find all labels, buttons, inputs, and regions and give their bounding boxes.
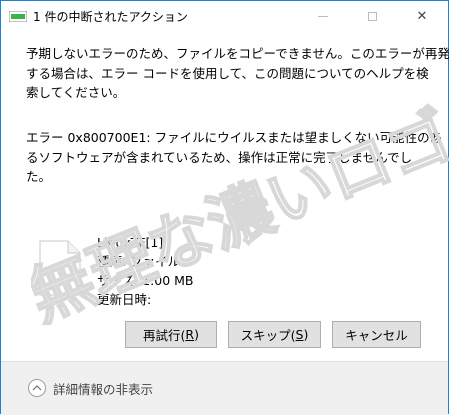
retry-button[interactable]: 再試行(R): [125, 321, 217, 348]
skip-button[interactable]: スキップ(S): [228, 321, 321, 348]
error-description: 予期しないエラーのため、ファイルをコピーできません。このエラーが再発 する場合は…: [26, 44, 449, 103]
file-size: サイズ: 1.00 MB: [97, 273, 194, 288]
cancel-button[interactable]: キャンセル: [332, 321, 421, 348]
file-copy-app-icon: [9, 11, 27, 22]
maximize-button[interactable]: [349, 1, 395, 32]
retry-label: 再試行(: [143, 328, 186, 343]
error-code-line-1: エラー 0x800700E1: ファイルにウイルスまたは望ましくない可能性のあ: [26, 130, 443, 145]
error-code-line-3: た。: [26, 169, 52, 184]
file-modified: 更新日時:: [97, 292, 152, 307]
window-title: 1 件の中断されたアクション: [33, 10, 188, 24]
description-line-2: する場合は、エラー コードを使用して、この問題についてのヘルプを検: [26, 65, 429, 81]
chevron-up-icon: [28, 379, 46, 397]
description-line-3: 索してください。: [26, 85, 126, 100]
file-type: 種類: ファイル: [97, 254, 181, 269]
file-details: LinuxTF[1] 種類: ファイル サイズ: 1.00 MB 更新日時:: [97, 233, 193, 309]
skip-label: スキップ(: [240, 328, 296, 343]
footer-bar: 詳細情報の非表示: [1, 361, 448, 415]
retry-access-key: R: [185, 327, 195, 342]
error-code-message: エラー 0x800700E1: ファイルにウイルスまたは望ましくない可能性のあ …: [26, 128, 443, 187]
details-toggle[interactable]: 詳細情報の非表示: [28, 377, 153, 399]
skip-access-key: S: [295, 327, 304, 342]
error-code-line-2: るソフトウェアが含まれているため、操作は正常に完了しませんでし: [26, 149, 413, 165]
maximize-icon: [367, 12, 377, 21]
description-line-1: 予期しないエラーのため、ファイルをコピーできません。このエラーが再発: [26, 46, 449, 61]
minimize-button[interactable]: [300, 1, 346, 32]
error-dialog-window: 1 件の中断されたアクション ✕ 予期しないエラーのため、ファイルをコピーできま…: [0, 0, 449, 415]
title-bar[interactable]: 1 件の中断されたアクション ✕: [1, 1, 448, 32]
skip-label-end: ): [303, 327, 309, 342]
close-icon: ✕: [416, 9, 428, 24]
minimize-icon: [318, 16, 328, 17]
file-name: LinuxTF[1]: [97, 235, 164, 250]
generic-file-icon: [39, 240, 81, 296]
retry-label-end: ): [194, 327, 199, 342]
cancel-label: キャンセル: [345, 328, 408, 343]
close-button[interactable]: ✕: [399, 1, 445, 32]
details-toggle-label: 詳細情報の非表示: [53, 381, 154, 397]
